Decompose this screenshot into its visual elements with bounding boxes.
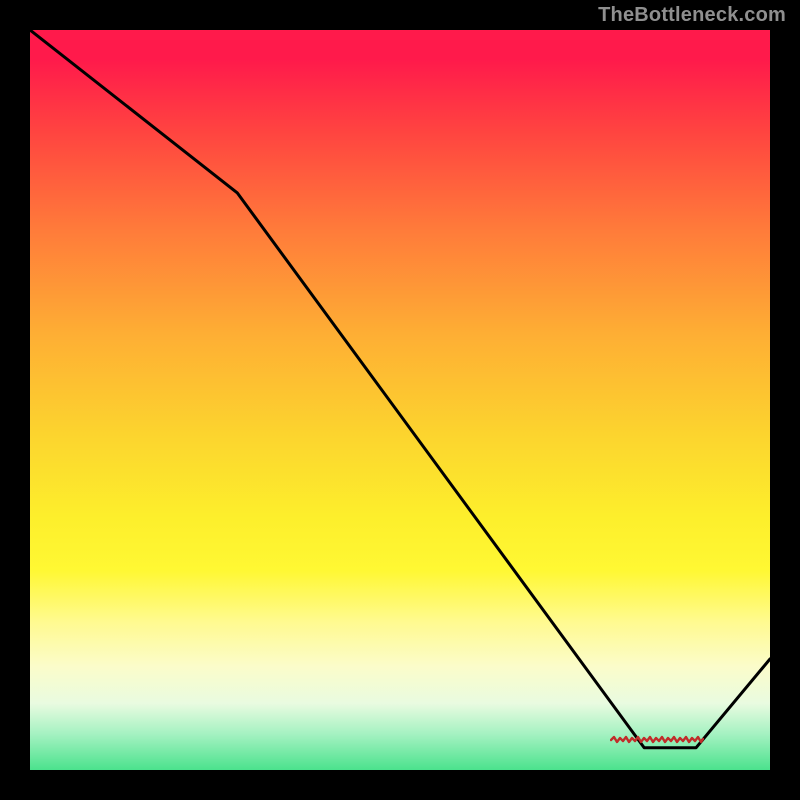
- chart-frame: [30, 30, 770, 770]
- chart-stage: TheBottleneck.com: [0, 0, 800, 800]
- watermark-text: TheBottleneck.com: [598, 4, 786, 27]
- chart-line-svg: [30, 30, 770, 770]
- bottleneck-curve-path: [30, 30, 770, 748]
